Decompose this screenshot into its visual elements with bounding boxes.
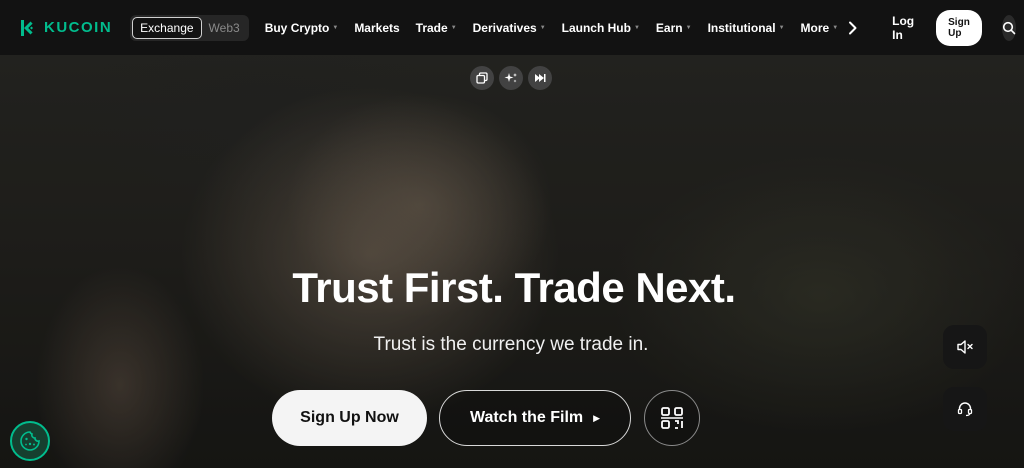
menu-label: Earn xyxy=(655,20,683,35)
menu-label: Institutional xyxy=(707,20,776,35)
watch-the-film-button[interactable]: Watch the Film ▶ xyxy=(439,390,631,446)
mute-button[interactable] xyxy=(943,325,987,369)
main-menu: Buy Crypto ▼ Markets Trade ▼ Derivatives ▼ … xyxy=(265,21,892,35)
menu-launch-hub[interactable]: Launch Hub ▼ xyxy=(562,21,640,35)
cookie-settings-button[interactable] xyxy=(10,421,50,461)
menu-label: More xyxy=(800,20,830,35)
chevron-right-icon[interactable] xyxy=(848,21,858,35)
customer-support-button[interactable] xyxy=(943,387,987,431)
sparkle-button[interactable] xyxy=(499,66,523,90)
picture-in-picture-icon xyxy=(476,72,488,84)
menu-institutional[interactable]: Institutional ▼ xyxy=(708,21,785,35)
menu-more[interactable]: More ▼ xyxy=(801,21,839,35)
switch-web3[interactable]: Web3 xyxy=(202,18,247,38)
skip-button[interactable] xyxy=(528,66,552,90)
play-icon: ▶ xyxy=(593,412,601,423)
exchange-web3-switch: Exchange Web3 xyxy=(130,14,249,41)
hero-headline: Trust First. Trade Next. xyxy=(292,264,736,311)
caret-down-icon: ▼ xyxy=(450,24,457,31)
menu-earn[interactable]: Earn ▼ xyxy=(656,21,692,35)
caret-down-icon: ▼ xyxy=(685,24,692,31)
menu-label: Launch Hub xyxy=(561,20,631,35)
menu-label: Trade xyxy=(415,20,448,35)
switch-exchange[interactable]: Exchange xyxy=(132,16,202,39)
menu-label: Derivatives xyxy=(472,20,537,35)
menu-label: Buy Crypto xyxy=(264,20,330,35)
menu-label: Markets xyxy=(354,20,400,35)
sign-up-now-label: Sign Up Now xyxy=(300,409,399,426)
support-headset-icon xyxy=(957,402,973,417)
caret-down-icon: ▼ xyxy=(633,24,640,31)
login-link[interactable]: Log In xyxy=(892,14,914,42)
hero-subheadline: Trust is the currency we trade in. xyxy=(373,334,649,355)
skip-icon xyxy=(535,74,546,82)
video-media-controls xyxy=(470,66,552,90)
caret-down-icon: ▼ xyxy=(332,24,339,31)
mute-icon xyxy=(957,340,973,354)
menu-markets[interactable]: Markets xyxy=(354,21,399,35)
qr-code-button[interactable] xyxy=(644,390,700,446)
caret-down-icon: ▼ xyxy=(539,24,546,31)
menu-trade[interactable]: Trade ▼ xyxy=(416,21,457,35)
top-navbar: KUCOIN Exchange Web3 Buy Crypto ▼ Markets… xyxy=(0,0,1024,55)
picture-in-picture-button[interactable] xyxy=(470,66,494,90)
kucoin-logo-text: KUCOIN xyxy=(44,19,113,36)
signup-button-nav[interactable]: Sign Up xyxy=(936,9,982,46)
kucoin-logo[interactable]: KUCOIN xyxy=(18,18,112,38)
menu-derivatives[interactable]: Derivatives ▼ xyxy=(473,21,546,35)
caret-down-icon: ▼ xyxy=(778,24,785,31)
qr-code-icon xyxy=(661,407,683,429)
menu-buy-crypto[interactable]: Buy Crypto ▼ xyxy=(265,21,339,35)
sparkle-icon xyxy=(504,73,517,83)
sign-up-now-button[interactable]: Sign Up Now xyxy=(272,390,427,446)
cookie-icon xyxy=(20,431,40,451)
search-button[interactable] xyxy=(1001,14,1016,41)
hero-video-section: Trust First. Trade Next. Trust is the cu… xyxy=(0,55,1024,468)
search-icon xyxy=(1002,21,1016,34)
watch-the-film-label: Watch the Film xyxy=(469,409,584,426)
caret-down-icon: ▼ xyxy=(832,24,839,31)
kucoin-logo-icon xyxy=(21,19,33,36)
